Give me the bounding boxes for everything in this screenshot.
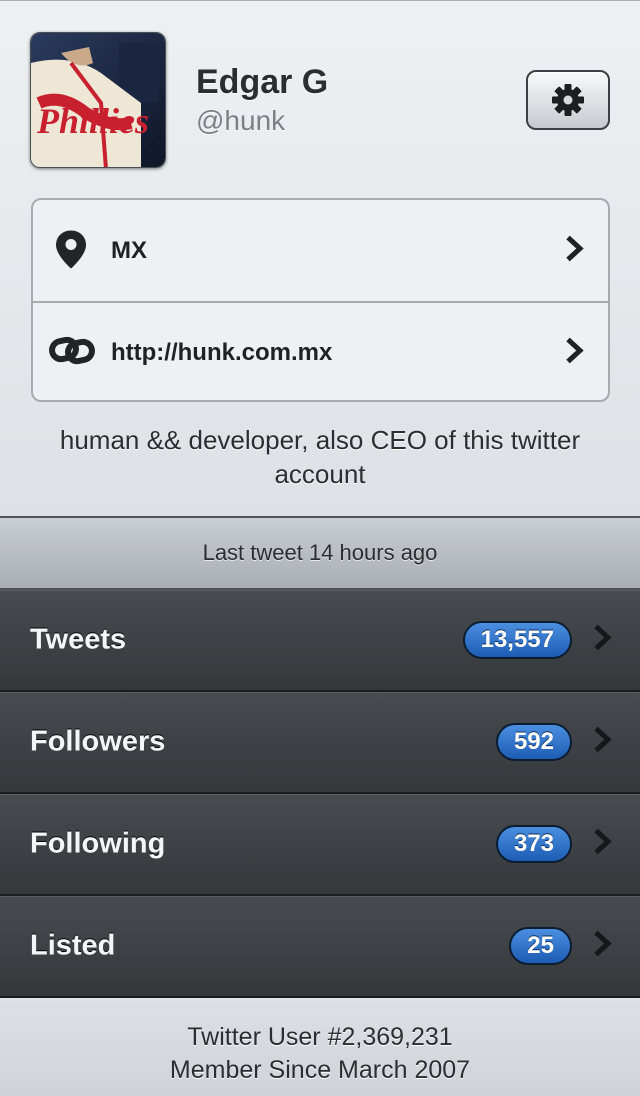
url-row[interactable]: http://hunk.com.mx <box>33 301 608 400</box>
count-badge: 13,557 <box>462 621 572 659</box>
profile-handle: @hunk <box>196 105 286 136</box>
profile-name: Edgar G <box>196 63 329 101</box>
link-icon <box>49 335 95 370</box>
url-label: http://hunk.com.mx <box>111 338 333 366</box>
settings-button[interactable] <box>526 70 610 130</box>
stat-label: Followers <box>30 725 166 758</box>
member-since: Member Since March 2007 <box>169 1056 471 1084</box>
count-badge: 592 <box>495 723 572 761</box>
gear-icon <box>552 84 584 116</box>
user-number: Twitter User #2,369,231 <box>187 1023 453 1051</box>
profile-bio: human && developer, also CEO of this twi… <box>59 425 581 489</box>
map-pin-icon <box>49 226 93 275</box>
stat-row-following[interactable]: Following 373 <box>0 794 640 896</box>
last-tweet-bar: Last tweet 14 hours ago <box>0 516 640 590</box>
chevron-right-icon <box>592 828 612 861</box>
location-row[interactable]: MX <box>33 200 608 301</box>
chevron-right-icon <box>564 336 584 369</box>
profile-footer: Twitter User #2,369,231 Member Since Mar… <box>0 1000 640 1096</box>
stat-row-tweets[interactable]: Tweets 13,557 <box>0 590 640 692</box>
chevron-right-icon <box>564 234 584 267</box>
stat-label: Listed <box>30 929 116 962</box>
stats-list: Tweets 13,557 Followers 592 Following 37… <box>0 590 640 998</box>
chevron-right-icon <box>592 930 612 963</box>
chevron-right-icon <box>592 726 612 759</box>
stat-row-followers[interactable]: Followers 592 <box>0 692 640 794</box>
count-badge: 25 <box>509 927 572 965</box>
stat-label: Following <box>30 827 166 860</box>
avatar[interactable]: Phillies <box>30 32 166 168</box>
svg-text:Phillies: Phillies <box>36 101 149 141</box>
chevron-right-icon <box>592 624 612 657</box>
stat-row-listed[interactable]: Listed 25 <box>0 896 640 998</box>
profile-info-box: MX http://hunk.com.mx <box>31 198 610 402</box>
count-badge: 373 <box>495 825 572 863</box>
profile-header: Phillies Edgar G @hunk MX http://hunk.co… <box>0 0 640 516</box>
location-label: MX <box>111 236 147 264</box>
stat-label: Tweets <box>30 623 127 656</box>
